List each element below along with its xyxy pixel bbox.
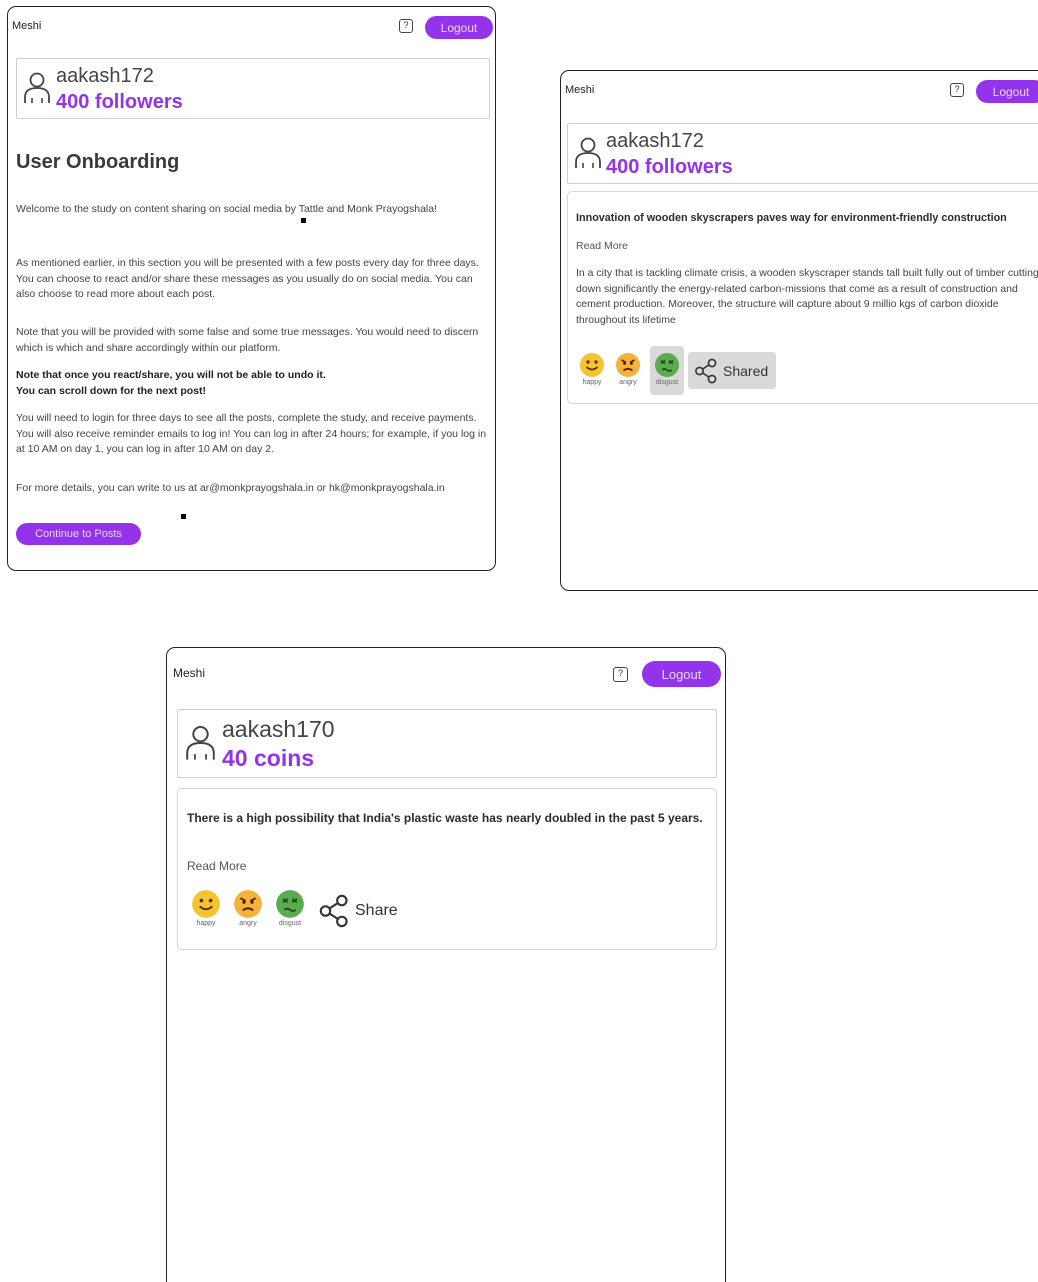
top-bar: Meshi ? Logout [561, 71, 1038, 111]
app-name: Meshi [565, 84, 595, 96]
contact-paragraph: For more details, you can write to us at… [16, 482, 445, 494]
reaction-label: angry [619, 379, 637, 386]
disgust-emoji-icon [276, 890, 304, 918]
undo-warning: Note that once you react/share, you will… [16, 369, 326, 381]
reaction-label: disgust [655, 379, 679, 386]
profile-card: aakash172 400 followers [567, 123, 1038, 184]
react-disgust-button[interactable]: disgust [650, 346, 684, 395]
share-button[interactable]: Share [318, 893, 398, 929]
top-bar: Meshi ? Logout [8, 7, 495, 47]
react-happy-button[interactable]: happy [188, 889, 224, 937]
logout-button[interactable]: Logout [976, 80, 1038, 103]
app-name: Meshi [173, 666, 206, 680]
angry-emoji-icon [234, 890, 262, 918]
post-headline: There is a high possibility that India's… [187, 811, 703, 825]
true-false-paragraph: Note that you will be provided with some… [16, 326, 479, 354]
help-icon[interactable]: ? [950, 83, 964, 97]
read-more-link[interactable]: Read More [576, 240, 628, 252]
angry-emoji-icon [616, 353, 640, 377]
react-happy-button[interactable]: happy [576, 349, 608, 393]
top-bar: Meshi ? Logout [167, 648, 725, 698]
reaction-label: happy [196, 920, 216, 927]
scroll-hint: You can scroll down for the next post! [16, 385, 206, 397]
logout-button[interactable]: Logout [642, 661, 721, 687]
post-card: There is a high possibility that India's… [177, 788, 717, 950]
profile-card: aakash172 400 followers [16, 58, 490, 119]
cursor-marker [301, 218, 306, 223]
instructions-paragraph: As mentioned earlier, in this section yo… [16, 257, 479, 300]
login-schedule-paragraph: You will need to login for three days to… [16, 412, 487, 455]
share-button[interactable]: Shared [688, 352, 776, 389]
reaction-label: angry [239, 920, 257, 927]
read-more-link[interactable]: Read More [187, 859, 246, 873]
username: aakash172 [56, 65, 154, 87]
username: aakash170 [222, 716, 335, 742]
share-icon [695, 358, 717, 383]
continue-to-posts-button[interactable]: Continue to Posts [16, 523, 141, 545]
post-screen: Meshi ? Logout aakash170 40 coins There … [166, 647, 726, 1282]
welcome-paragraph: Welcome to the study on content sharing … [16, 203, 438, 215]
share-label: Share [355, 902, 398, 919]
cursor-marker [181, 514, 186, 519]
coins-count: 40 coins [222, 745, 315, 771]
share-icon [319, 894, 348, 928]
help-icon[interactable]: ? [399, 19, 413, 33]
happy-emoji-icon [192, 890, 220, 918]
reaction-label: happy [582, 379, 602, 386]
page-title: User Onboarding [16, 151, 180, 173]
react-angry-button[interactable]: angry [230, 889, 266, 937]
followers-count: 400 followers [56, 91, 183, 113]
disgust-emoji-icon [655, 353, 679, 377]
username: aakash172 [606, 130, 704, 152]
post-headline: Innovation of wooden skyscrapers paves w… [576, 212, 1007, 224]
help-icon[interactable]: ? [613, 667, 628, 682]
followers-count: 400 followers [606, 156, 733, 178]
post-body: In a city that is tackling climate crisi… [576, 267, 1038, 326]
user-icon [24, 72, 50, 103]
happy-emoji-icon [580, 353, 604, 377]
app-name: Meshi [12, 20, 42, 32]
user-icon [575, 137, 601, 168]
onboarding-screen: Meshi ? Logout aakash172 400 followers U… [7, 6, 496, 571]
react-disgust-button[interactable]: disgust [272, 889, 308, 937]
profile-card: aakash170 40 coins [177, 709, 717, 778]
user-icon [186, 725, 215, 760]
post-card: Innovation of wooden skyscrapers paves w… [567, 191, 1038, 404]
logout-button[interactable]: Logout [425, 16, 493, 39]
share-label: Shared [723, 362, 769, 379]
post-screen-shared: Meshi ? Logout aakash172 400 followers I… [560, 70, 1038, 591]
reaction-label: disgust [278, 920, 302, 927]
react-angry-button[interactable]: angry [612, 349, 644, 393]
